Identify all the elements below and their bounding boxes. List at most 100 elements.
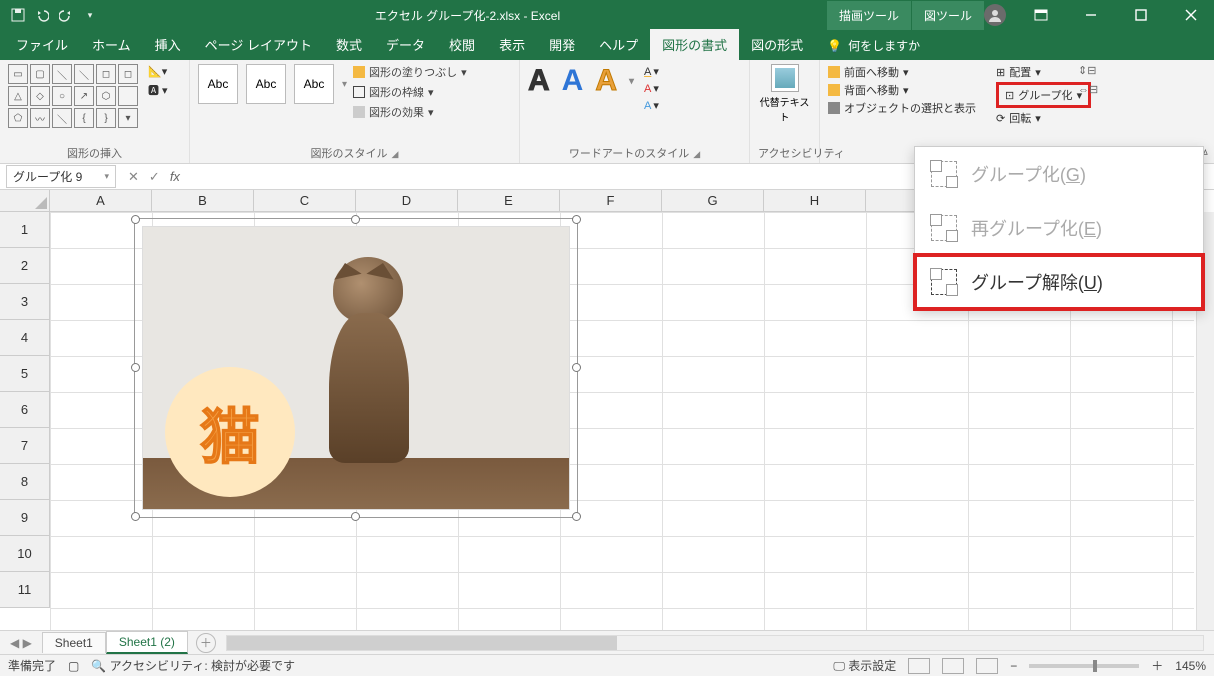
col-header[interactable]: D (356, 190, 458, 211)
row-header[interactable]: 3 (0, 284, 50, 320)
tell-me-search[interactable]: 💡 何をしますか (815, 31, 932, 60)
row-header[interactable]: 5 (0, 356, 50, 392)
send-backward-button[interactable]: 背面へ移動 ▾ (828, 82, 976, 98)
sheet-tab-active[interactable]: Sheet1 (2) (106, 631, 188, 654)
text-effects-button[interactable]: A▾ (640, 98, 663, 113)
size-width-spinner[interactable]: ⇔⊟ (1078, 83, 1098, 96)
col-header[interactable]: F (560, 190, 662, 211)
menu-item-group[interactable]: グループ化(G) (915, 147, 1203, 201)
tab-home[interactable]: ホーム (80, 29, 143, 60)
maximize-button[interactable] (1118, 0, 1164, 30)
menu-item-regroup[interactable]: 再グループ化(E) (915, 201, 1203, 255)
sheet-tab[interactable]: Sheet1 (42, 632, 106, 653)
tab-pagelayout[interactable]: ページ レイアウト (193, 29, 324, 60)
macro-record-icon[interactable]: ▢ (68, 659, 79, 673)
tab-shape-format[interactable]: 図形の書式 (650, 29, 739, 60)
shapes-gallery[interactable]: ▭▢＼＼◻◻ △◇○↗⬡ ⬠〰＼{}▾ (8, 64, 138, 128)
fx-icon[interactable]: fx (170, 169, 180, 185)
cancel-formula-icon[interactable]: ✕ (128, 169, 139, 185)
menu-item-ungroup[interactable]: グループ解除(U) (915, 255, 1203, 309)
drawing-tools-tab[interactable]: 描画ツール (827, 1, 911, 30)
text-box-button[interactable]: 🅰 ▾ (144, 81, 172, 99)
row-header[interactable]: 1 (0, 212, 50, 248)
page-layout-view-button[interactable] (942, 658, 964, 674)
tab-picture-format[interactable]: 図の形式 (739, 29, 815, 60)
text-outline-button[interactable]: A▾ (640, 81, 663, 96)
dialog-launcher-icon[interactable]: ◢ (392, 149, 399, 159)
ribbon-display-icon[interactable] (1018, 0, 1064, 30)
tab-formulas[interactable]: 数式 (324, 29, 374, 60)
selected-shape-group[interactable]: 猫 (136, 220, 576, 516)
redo-icon[interactable] (58, 7, 74, 23)
zoom-in-button[interactable]: ＋ (1151, 657, 1163, 674)
undo-icon[interactable] (34, 7, 50, 23)
zoom-level[interactable]: 145% (1175, 659, 1206, 673)
shape-fill-button[interactable]: 図形の塗りつぶし ▾ (353, 64, 467, 80)
close-button[interactable] (1168, 0, 1214, 30)
shape-outline-button[interactable]: 図形の枠線 ▾ (353, 84, 467, 100)
tab-view[interactable]: 表示 (487, 29, 537, 60)
page-break-view-button[interactable] (976, 658, 998, 674)
col-header[interactable]: B (152, 190, 254, 211)
row-header[interactable]: 10 (0, 536, 50, 572)
style-sample[interactable]: Abc (198, 64, 238, 104)
col-header[interactable]: A (50, 190, 152, 211)
resize-handle[interactable] (131, 512, 140, 521)
chevron-down-icon[interactable]: ▾ (104, 171, 109, 182)
col-header[interactable]: C (254, 190, 356, 211)
name-box[interactable]: グループ化 9 ▾ (6, 165, 116, 188)
wordart-sample[interactable]: A (595, 64, 617, 98)
shape-style-gallery[interactable]: Abc Abc Abc ▾ (198, 64, 347, 104)
wordart-sample[interactable]: A (528, 64, 550, 98)
resize-handle[interactable] (351, 512, 360, 521)
status-accessibility[interactable]: 🔍 アクセシビリティ: 検討が必要です (91, 657, 295, 674)
style-sample[interactable]: Abc (294, 64, 334, 104)
dialog-launcher-icon[interactable]: ◢ (693, 149, 700, 159)
new-sheet-button[interactable]: ＋ (196, 633, 216, 653)
tab-help[interactable]: ヘルプ (587, 29, 650, 60)
alt-text-button[interactable]: 代替テキスト (760, 64, 810, 124)
picture-tools-tab[interactable]: 図ツール (912, 1, 984, 30)
row-header[interactable]: 7 (0, 428, 50, 464)
row-header[interactable]: 9 (0, 500, 50, 536)
col-header[interactable]: H (764, 190, 866, 211)
row-header[interactable]: 4 (0, 320, 50, 356)
wordart-sample[interactable]: A (562, 64, 584, 98)
tab-developer[interactable]: 開発 (537, 29, 587, 60)
resize-handle[interactable] (572, 215, 581, 224)
horizontal-scrollbar[interactable] (226, 635, 1204, 651)
col-header[interactable]: G (662, 190, 764, 211)
minimize-button[interactable] (1068, 0, 1114, 30)
enter-formula-icon[interactable]: ✓ (149, 169, 160, 185)
zoom-out-button[interactable]: − (1010, 659, 1017, 673)
row-header[interactable]: 6 (0, 392, 50, 428)
resize-handle[interactable] (572, 363, 581, 372)
text-fill-button[interactable]: A▾ (640, 64, 663, 79)
resize-handle[interactable] (572, 512, 581, 521)
tab-insert[interactable]: 挿入 (143, 29, 193, 60)
select-all-corner[interactable] (0, 190, 50, 212)
row-header[interactable]: 8 (0, 464, 50, 500)
resize-handle[interactable] (351, 215, 360, 224)
zoom-slider[interactable] (1029, 664, 1139, 668)
resize-handle[interactable] (131, 215, 140, 224)
selection-pane-button[interactable]: オブジェクトの選択と表示 (828, 100, 976, 116)
size-height-spinner[interactable]: ⇕⊟ (1078, 64, 1096, 77)
display-settings-button[interactable]: 🖵 表示設定 (833, 657, 896, 674)
tab-review[interactable]: 校閲 (437, 29, 487, 60)
tab-file[interactable]: ファイル (4, 29, 80, 60)
row-header[interactable]: 2 (0, 248, 50, 284)
sheet-nav-buttons[interactable]: ◀ ▶ (0, 636, 42, 650)
autosave-icon[interactable] (10, 7, 26, 23)
row-header[interactable]: 11 (0, 572, 50, 608)
resize-handle[interactable] (131, 363, 140, 372)
user-account-icon[interactable] (984, 4, 1006, 26)
normal-view-button[interactable] (908, 658, 930, 674)
bring-forward-button[interactable]: 前面へ移動 ▾ (828, 64, 976, 80)
qat-more-icon[interactable]: ▾ (82, 7, 98, 23)
row-headers[interactable]: 1 2 3 4 5 6 7 8 9 10 11 (0, 212, 50, 608)
edit-shape-button[interactable]: 📐▾ (144, 64, 172, 79)
col-header[interactable]: E (458, 190, 560, 211)
style-sample[interactable]: Abc (246, 64, 286, 104)
shape-effects-button[interactable]: 図形の効果 ▾ (353, 104, 467, 120)
